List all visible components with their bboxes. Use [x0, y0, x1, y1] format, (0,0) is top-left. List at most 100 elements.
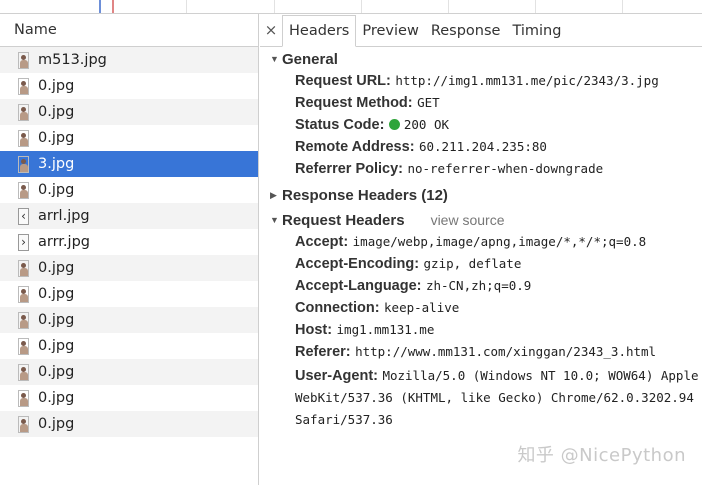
header-key: Accept-Encoding: — [295, 256, 420, 272]
request-row[interactable]: › arrr.jpg — [0, 229, 258, 255]
user-agent-row: User-Agent: Mozilla/5.0 (Windows NT 10.0… — [260, 365, 702, 431]
arrow-left-icon: ‹ — [18, 207, 29, 225]
request-row[interactable]: 0.jpg — [0, 307, 258, 333]
request-name: 0.jpg — [38, 78, 75, 94]
request-row[interactable]: 0.jpg — [0, 255, 258, 281]
general-section-toggle[interactable]: ▼ General — [260, 48, 702, 70]
dom-content-loaded-marker — [99, 0, 101, 13]
timeline-grid-line — [448, 0, 449, 13]
request-row[interactable]: ‹ arrl.jpg — [0, 203, 258, 229]
header-key: Accept: — [295, 234, 349, 250]
image-thumb-icon — [18, 51, 29, 69]
general-section-title: General — [282, 50, 338, 68]
expanded-triangle-icon: ▼ — [270, 215, 279, 225]
request-name: 0.jpg — [38, 260, 75, 276]
collapsed-triangle-icon: ▶ — [270, 189, 277, 200]
details-tab-bar: × Headers Preview Response Timing — [260, 14, 702, 47]
request-row[interactable]: 0.jpg — [0, 281, 258, 307]
header-value: 200 OK — [403, 117, 450, 132]
header-value: zh-CN,zh;q=0.9 — [425, 278, 532, 293]
header-value: gzip, deflate — [423, 256, 522, 271]
request-name: 0.jpg — [38, 364, 75, 380]
request-row[interactable]: 0.jpg — [0, 125, 258, 151]
image-thumb-icon — [18, 415, 29, 433]
request-row[interactable]: 0.jpg — [0, 385, 258, 411]
request-row[interactable]: 0.jpg — [0, 333, 258, 359]
request-row[interactable]: 0.jpg — [0, 73, 258, 99]
request-row[interactable]: 0.jpg — [0, 99, 258, 125]
header-key: Connection: — [295, 300, 380, 316]
header-value: no-referrer-when-downgrade — [407, 161, 604, 176]
header-key: Request URL: — [295, 73, 391, 89]
request-name: arrl.jpg — [38, 208, 90, 224]
remote-address-row: Remote Address: 60.211.204.235:80 — [260, 136, 702, 158]
header-key: Accept-Language: — [295, 278, 422, 294]
request-name: 0.jpg — [38, 390, 75, 406]
request-row[interactable]: 0.jpg — [0, 177, 258, 203]
image-thumb-icon — [18, 285, 29, 303]
expanded-triangle-icon: ▼ — [270, 54, 279, 64]
request-name: 0.jpg — [38, 338, 75, 354]
header-key: Status Code: — [295, 117, 385, 133]
header-key: User-Agent: — [295, 368, 378, 384]
image-thumb-icon — [18, 181, 29, 199]
request-name: arrr.jpg — [38, 234, 90, 250]
referrer-policy-row: Referrer Policy: no-referrer-when-downgr… — [260, 158, 702, 180]
tab-headers[interactable]: Headers — [282, 15, 357, 47]
status-code-row: Status Code: 200 OK — [260, 114, 702, 136]
request-headers-section-toggle[interactable]: ▼ Request Headers view source — [260, 209, 702, 231]
tab-timing[interactable]: Timing — [506, 15, 567, 46]
header-value: http://www.mm131.com/xinggan/2343_3.html — [355, 344, 657, 359]
headers-panel: ▼ General Request URL: http://img1.mm131… — [260, 48, 702, 485]
header-value: 60.211.204.235:80 — [418, 139, 547, 154]
header-value: image/webp,image/apng,image/*,*/*;q=0.8 — [352, 234, 647, 249]
timeline-grid-line — [535, 0, 536, 13]
arrow-right-icon: › — [18, 233, 29, 251]
header-key: Referer: — [295, 344, 351, 360]
request-name: 0.jpg — [38, 182, 75, 198]
image-thumb-icon — [18, 155, 29, 173]
request-list: Name m513.jpg 0.jpg 0.jpg 0.jpg 3.jpg 0.jpg ‹ a… — [0, 14, 259, 485]
request-name: 0.jpg — [38, 104, 75, 120]
header-value: GET — [417, 95, 440, 110]
request-name: 0.jpg — [38, 286, 75, 302]
header-key: Remote Address: — [295, 139, 415, 155]
request-headers-title: Request Headers — [282, 211, 405, 229]
status-ok-icon — [388, 119, 400, 130]
request-row[interactable]: 0.jpg — [0, 359, 258, 385]
watermark: 知乎 @NicePython — [517, 445, 686, 466]
response-headers-section-toggle[interactable]: ▶ Response Headers (12) — [260, 184, 702, 206]
header-key: Referrer Policy: — [295, 161, 403, 177]
accept-row: Accept: image/webp,image/apng,image/*,*/… — [260, 231, 702, 253]
image-thumb-icon — [18, 337, 29, 355]
referer-row: Referer: http://www.mm131.com/xinggan/23… — [260, 341, 702, 363]
image-thumb-icon — [18, 77, 29, 95]
response-headers-title: Response Headers (12) — [282, 186, 448, 204]
request-name: 0.jpg — [38, 312, 75, 328]
load-event-marker — [112, 0, 114, 13]
header-key: Host: — [295, 322, 333, 338]
name-column-header[interactable]: Name — [0, 14, 258, 47]
image-thumb-icon — [18, 259, 29, 277]
timeline-grid-line — [622, 0, 623, 13]
image-thumb-icon — [18, 103, 29, 121]
timeline-grid-line — [186, 0, 187, 13]
request-name: m513.jpg — [38, 52, 107, 68]
header-value: http://img1.mm131.me/pic/2343/3.jpg — [395, 73, 659, 88]
network-timeline-overview[interactable] — [0, 0, 702, 14]
request-row[interactable]: 3.jpg — [0, 151, 258, 177]
header-value: keep-alive — [384, 300, 460, 315]
request-row[interactable]: 0.jpg — [0, 411, 258, 437]
image-thumb-icon — [18, 389, 29, 407]
request-row[interactable]: m513.jpg — [0, 47, 258, 73]
header-key: Request Method: — [295, 95, 413, 111]
view-source-link[interactable]: view source — [431, 212, 505, 228]
tab-response[interactable]: Response — [425, 15, 507, 46]
accept-encoding-row: Accept-Encoding: gzip, deflate — [260, 253, 702, 275]
request-name: 0.jpg — [38, 130, 75, 146]
connection-row: Connection: keep-alive — [260, 297, 702, 319]
request-name: 3.jpg — [38, 156, 75, 172]
tab-preview[interactable]: Preview — [356, 15, 424, 46]
request-method-row: Request Method: GET — [260, 92, 702, 114]
close-icon[interactable]: × — [260, 13, 282, 46]
